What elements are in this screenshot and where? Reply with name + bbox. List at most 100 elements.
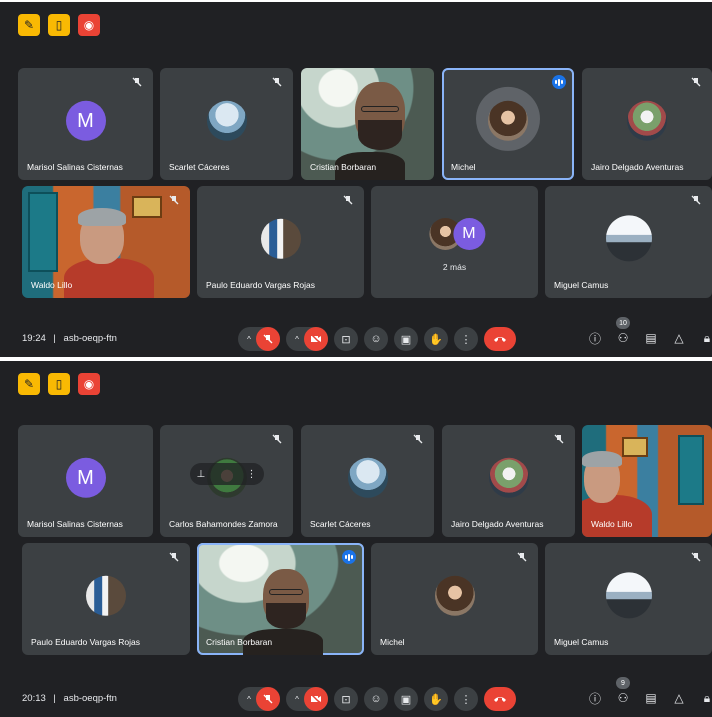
raise-hand-button[interactable]: ✋ xyxy=(424,327,448,351)
mic-off-button[interactable] xyxy=(256,687,280,711)
captions-button[interactable]: ⊡ xyxy=(334,687,358,711)
avatar: M xyxy=(65,100,106,141)
breakout-rooms-icon[interactable]: ▯ xyxy=(48,14,70,36)
participant-tile[interactable]: ⊥ ⋮ Carlos Bahamondes Zamora xyxy=(160,425,293,537)
chat-button[interactable]: ▤ xyxy=(644,691,658,705)
host-controls-button[interactable]: 🔒︎ xyxy=(700,691,712,705)
camera-off-button[interactable] xyxy=(304,327,328,351)
more-vert-icon[interactable]: ⋮ xyxy=(247,469,257,480)
camera-group: ^ xyxy=(286,687,328,711)
participant-name: Waldo Lillo xyxy=(31,280,73,290)
video-background-door xyxy=(28,192,58,272)
participant-tile[interactable]: Paulo Eduardo Vargas Rojas xyxy=(22,543,190,655)
meeting-time: 20:13 xyxy=(22,693,46,704)
participant-name: Waldo Lillo xyxy=(591,519,633,529)
speaking-indicator-icon xyxy=(552,75,566,89)
participant-name: Paulo Eduardo Vargas Rojas xyxy=(206,280,315,290)
participant-tile[interactable]: M Marisol Salinas Cisternas xyxy=(18,68,153,180)
people-icon: ⚇ xyxy=(617,331,629,345)
people-button[interactable]: 10 ⚇ xyxy=(616,317,630,345)
avatar xyxy=(86,575,126,616)
camera-off-button[interactable] xyxy=(304,687,328,711)
mic-off-button[interactable] xyxy=(256,327,280,351)
others-tile[interactable]: M 2 más xyxy=(371,186,538,298)
participant-tile[interactable]: Scarlet Cáceres xyxy=(160,68,293,180)
participant-name: Miguel Camus xyxy=(554,637,609,647)
mic-off-icon xyxy=(691,195,701,205)
present-button[interactable]: ▣ xyxy=(394,687,418,711)
video-person xyxy=(64,258,154,298)
captions-icon: ⊡ xyxy=(341,333,351,346)
reactions-button[interactable]: ☺ xyxy=(364,327,388,351)
chat-icon: ▤ xyxy=(645,691,657,705)
participant-video-tile[interactable]: Waldo Lillo xyxy=(582,425,712,537)
more-options-button[interactable]: ⋮ xyxy=(454,687,478,711)
avatar xyxy=(206,100,247,141)
mic-off-icon xyxy=(132,77,142,87)
participant-name: Cristian Borbaran xyxy=(310,162,377,172)
participant-video-tile[interactable]: Waldo Lillo xyxy=(22,186,190,298)
present-icon: ▣ xyxy=(400,693,412,706)
participant-tile[interactable]: Miguel Camus xyxy=(545,186,712,298)
present-button[interactable]: ▣ xyxy=(394,327,418,351)
leave-call-button[interactable] xyxy=(484,687,516,711)
captions-button[interactable]: ⊡ xyxy=(334,327,358,351)
participant-tile[interactable]: Paulo Eduardo Vargas Rojas xyxy=(197,186,364,298)
participant-tile[interactable]: Michel xyxy=(371,543,538,655)
recording-icon[interactable]: ◉ xyxy=(78,373,100,395)
camera-off-icon xyxy=(310,693,322,705)
mic-off-icon xyxy=(272,434,282,444)
people-button[interactable]: 9 ⚇ xyxy=(616,677,630,705)
video-background-painting xyxy=(622,437,648,457)
meeting-details-button[interactable]: ⓘ xyxy=(588,331,602,346)
top-left-icons: ✎ ▯ ◉ xyxy=(18,14,100,36)
lock-icon: 🔒︎ xyxy=(703,330,711,345)
video-background-door xyxy=(678,435,704,505)
avatar: M xyxy=(452,218,485,250)
leave-call-button[interactable] xyxy=(484,327,516,351)
mic-options-chevron-icon[interactable]: ^ xyxy=(242,335,256,344)
breakout-rooms-icon[interactable]: ▯ xyxy=(48,373,70,395)
recording-icon[interactable]: ◉ xyxy=(78,14,100,36)
participant-tile[interactable]: Scarlet Cáceres xyxy=(301,425,434,537)
participant-tile[interactable]: Jairo Delgado Aventuras xyxy=(442,425,575,537)
more-options-button[interactable]: ⋮ xyxy=(454,327,478,351)
chat-button[interactable]: ▤ xyxy=(644,331,658,345)
captions-icon: ⊡ xyxy=(341,693,351,706)
meet-screenshot-2: ✎ ▯ ◉ M Marisol Salinas Cisternas ⊥ ⋮ Ca… xyxy=(0,361,712,717)
separator: | xyxy=(53,333,56,344)
participant-name: Marisol Salinas Cisternas xyxy=(27,519,123,529)
meeting-info: 19:24 | asb-oeqp-ftn xyxy=(22,333,117,344)
raise-hand-button[interactable]: ✋ xyxy=(424,687,448,711)
participant-tile-speaking[interactable]: Michel xyxy=(442,68,574,180)
participant-name: Michel xyxy=(451,162,476,172)
participant-tile[interactable]: M Marisol Salinas Cisternas xyxy=(18,425,153,537)
activities-button[interactable]: △ xyxy=(672,331,686,345)
lock-icon: 🔒︎ xyxy=(703,690,711,705)
pin-icon[interactable]: ⊥ xyxy=(197,469,206,480)
participant-tile[interactable]: Miguel Camus xyxy=(545,543,712,655)
avatar xyxy=(260,218,301,259)
mic-options-chevron-icon[interactable]: ^ xyxy=(242,695,256,704)
meeting-details-button[interactable]: ⓘ xyxy=(588,691,602,706)
reactions-button[interactable]: ☺ xyxy=(364,687,388,711)
participant-video-tile[interactable]: Cristian Borbaran xyxy=(301,68,434,180)
participant-tile[interactable]: Jairo Delgado Aventuras xyxy=(582,68,712,180)
whiteboard-icon[interactable]: ✎ xyxy=(18,373,40,395)
activities-button[interactable]: △ xyxy=(672,691,686,705)
camera-options-chevron-icon[interactable]: ^ xyxy=(290,335,304,344)
video-person-hair xyxy=(78,208,126,226)
others-count-label: 2 más xyxy=(442,262,467,272)
meeting-info: 20:13 | asb-oeqp-ftn xyxy=(22,693,117,704)
participant-name: Jairo Delgado Aventuras xyxy=(451,519,544,529)
host-controls-button[interactable]: 🔒︎ xyxy=(700,331,712,345)
info-icon: ⓘ xyxy=(588,331,601,346)
people-icon: ⚇ xyxy=(617,691,629,705)
mic-off-icon xyxy=(169,552,179,562)
control-bar: 20:13 | asb-oeqp-ftn ^ ^ ⊡ ☺ ▣ ✋ ⋮ ⓘ 9 ⚇… xyxy=(0,677,712,717)
participant-video-tile-speaking[interactable]: Cristian Borbaran xyxy=(197,543,364,655)
camera-off-icon xyxy=(310,333,322,345)
center-controls: ^ ^ ⊡ ☺ ▣ ✋ ⋮ xyxy=(238,327,516,351)
whiteboard-icon[interactable]: ✎ xyxy=(18,14,40,36)
camera-options-chevron-icon[interactable]: ^ xyxy=(290,695,304,704)
